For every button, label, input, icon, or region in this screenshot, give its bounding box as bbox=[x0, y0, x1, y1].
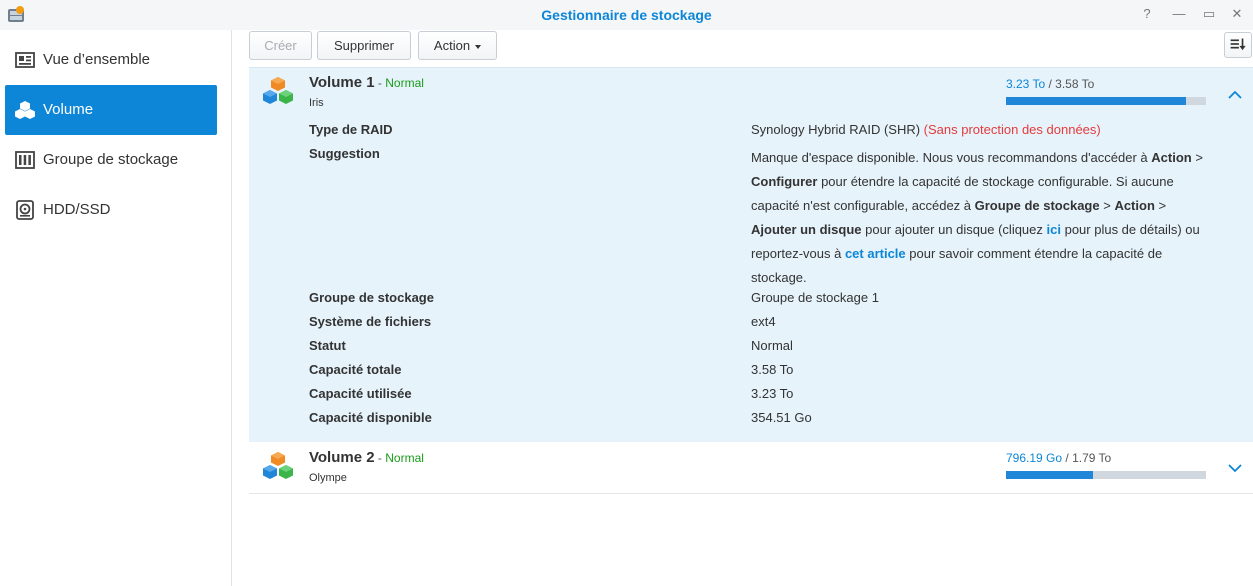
detail-row-used: Capacité utilisée 3.23 To bbox=[309, 382, 1249, 406]
delete-button[interactable]: Supprimer bbox=[317, 31, 411, 60]
detail-value: Synology Hybrid RAID (SHR) (Sans protect… bbox=[751, 122, 1101, 137]
menu-ref: Groupe de stockage bbox=[974, 198, 1100, 213]
close-icon[interactable]: ✕ bbox=[1226, 4, 1248, 24]
menu-ref: Ajouter un disque bbox=[751, 222, 862, 237]
usage-used: 796.19 Go bbox=[1006, 451, 1063, 465]
detail-value: ext4 bbox=[751, 314, 776, 329]
sidebar-item-storage-pool[interactable]: Groupe de stockage bbox=[5, 135, 217, 185]
sidebar-item-overview[interactable]: Vue d’ensemble bbox=[5, 35, 217, 85]
storage-pool-icon bbox=[15, 151, 35, 169]
sidebar-item-label: Vue d’ensemble bbox=[43, 51, 151, 68]
volume-panel-2[interactable]: Volume 2 - Normal Olympe 796.19 Go / 1.7… bbox=[249, 443, 1253, 494]
menu-ref: Action bbox=[1151, 150, 1192, 165]
text: > bbox=[1154, 198, 1167, 213]
detail-row-filesystem: Système de fichiers ext4 bbox=[309, 310, 1249, 334]
detail-value: Normal bbox=[751, 338, 793, 353]
detail-key: Système de fichiers bbox=[309, 314, 432, 329]
raid-type: Synology Hybrid RAID (SHR) bbox=[751, 122, 921, 137]
window-title: Gestionnaire de stockage bbox=[541, 7, 712, 23]
volume-title: Volume 2 - Normal bbox=[309, 449, 424, 466]
sidebar-item-label: Volume bbox=[43, 101, 94, 118]
article-link[interactable]: cet article bbox=[845, 246, 906, 261]
detail-row-free: Capacité disponible 354.51 Go bbox=[309, 406, 1249, 430]
volume-cube-icon bbox=[263, 452, 293, 479]
title-bar: Gestionnaire de stockage ? — ▭ ✕ bbox=[0, 0, 1253, 30]
usage-bar-fill bbox=[1006, 97, 1187, 105]
menu-ref: Action bbox=[1114, 198, 1155, 213]
detail-key: Capacité disponible bbox=[309, 410, 432, 425]
text: > bbox=[1191, 150, 1203, 165]
volume-status: Normal bbox=[385, 451, 424, 465]
menu-ref: Configurer bbox=[751, 174, 818, 189]
sidebar-item-label: Groupe de stockage bbox=[43, 151, 179, 168]
maximize-icon[interactable]: ▭ bbox=[1198, 4, 1220, 24]
volume-name: Volume 1 bbox=[309, 74, 375, 91]
raid-warning: (Sans protection des données) bbox=[923, 122, 1101, 137]
detail-value: 354.51 Go bbox=[751, 410, 812, 425]
detail-value: 3.23 To bbox=[751, 386, 794, 401]
volume-separator: - bbox=[374, 76, 386, 90]
detail-row-pool: Groupe de stockage Groupe de stockage 1 bbox=[309, 286, 1249, 310]
detail-value: Groupe de stockage 1 bbox=[751, 290, 879, 305]
sidebar-item-hdd-ssd[interactable]: HDD/SSD bbox=[5, 185, 217, 235]
volume-panel-1[interactable]: Volume 1 - Normal Iris 3.23 To / 3.58 To… bbox=[249, 67, 1253, 442]
usage-bar bbox=[1006, 97, 1206, 105]
volume-icon bbox=[15, 101, 35, 119]
chevron-down-icon[interactable] bbox=[1227, 460, 1243, 476]
usage-used: 3.23 To bbox=[1006, 77, 1046, 91]
overview-icon bbox=[15, 52, 35, 68]
help-icon[interactable]: ? bbox=[1136, 4, 1158, 24]
text: Manque d'espace disponible. Nous vous re… bbox=[751, 150, 1152, 165]
usage-slash: / bbox=[1045, 77, 1056, 91]
volume-separator: - bbox=[374, 451, 386, 465]
detail-key: Statut bbox=[309, 338, 346, 353]
volume-title: Volume 1 - Normal bbox=[309, 74, 424, 91]
text: > bbox=[1099, 198, 1115, 213]
volume-status: Normal bbox=[385, 76, 424, 90]
sidebar-item-volume[interactable]: Volume bbox=[5, 85, 217, 135]
action-button-label: Action bbox=[433, 38, 471, 53]
sidebar: Vue d’ensemble Volume Groupe de stockage… bbox=[0, 30, 232, 586]
caret-down-icon bbox=[475, 44, 482, 49]
action-button[interactable]: Action bbox=[418, 31, 497, 60]
usage-total: 1.79 To bbox=[1072, 451, 1112, 465]
suggestion-text: Manque d'espace disponible. Nous vous re… bbox=[751, 146, 1211, 290]
usage-bar-fill bbox=[1006, 471, 1093, 479]
usage-text: 796.19 Go / 1.79 To bbox=[1006, 451, 1111, 465]
minimize-icon[interactable]: — bbox=[1168, 4, 1190, 24]
sidebar-item-label: HDD/SSD bbox=[43, 201, 111, 218]
detail-key: Groupe de stockage bbox=[309, 290, 434, 305]
disk-icon bbox=[16, 200, 34, 220]
volume-name: Volume 2 bbox=[309, 449, 375, 466]
usage-total: 3.58 To bbox=[1055, 77, 1095, 91]
here-link[interactable]: ici bbox=[1047, 222, 1061, 237]
create-button[interactable]: Créer bbox=[249, 31, 312, 60]
usage-slash: / bbox=[1062, 451, 1073, 465]
detail-row-raid: Type de RAID Synology Hybrid RAID (SHR) … bbox=[309, 118, 1249, 142]
detail-key: Suggestion bbox=[309, 146, 380, 161]
sort-button[interactable] bbox=[1224, 32, 1252, 58]
usage-text: 3.23 To / 3.58 To bbox=[1006, 77, 1094, 91]
detail-row-status: Statut Normal bbox=[309, 334, 1249, 358]
detail-key: Type de RAID bbox=[309, 122, 393, 137]
volume-cube-icon bbox=[263, 77, 293, 104]
detail-value: 3.58 To bbox=[751, 362, 794, 377]
detail-key: Capacité utilisée bbox=[309, 386, 412, 401]
detail-key: Capacité totale bbox=[309, 362, 402, 377]
volume-subtitle: Iris bbox=[309, 97, 324, 109]
sort-icon bbox=[1230, 38, 1246, 51]
chevron-up-icon[interactable] bbox=[1227, 87, 1243, 103]
text: pour ajouter un disque (cliquez bbox=[861, 222, 1047, 237]
usage-bar bbox=[1006, 471, 1206, 479]
volume-subtitle: Olympe bbox=[309, 472, 347, 484]
detail-row-total: Capacité totale 3.58 To bbox=[309, 358, 1249, 382]
